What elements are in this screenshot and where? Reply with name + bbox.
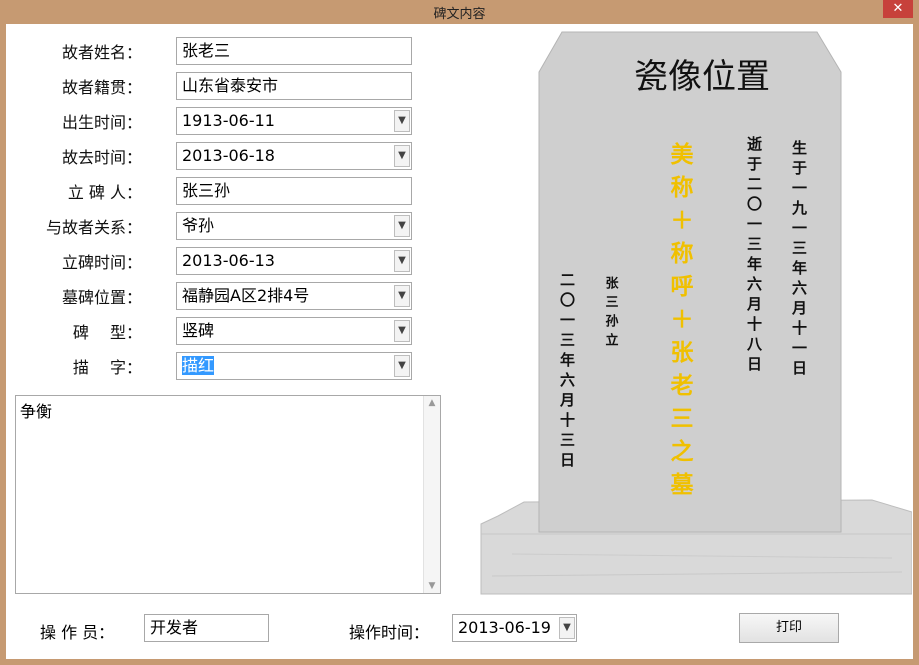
- operation-time-picker[interactable]: 2013-06-19 ▼: [452, 614, 577, 642]
- operator-field[interactable]: 开发者: [144, 614, 269, 642]
- death-date-label: 故去时间：: [61, 148, 142, 167]
- death-date-picker[interactable]: 2013-06-18 ▼: [176, 142, 412, 170]
- tomb-location-label: 墓碑位置：: [61, 288, 142, 307]
- scroll-up-icon[interactable]: ▲: [424, 398, 440, 408]
- tomb-type-select[interactable]: 竖碑 ▼: [176, 317, 412, 345]
- center-inscription: 美称＋称呼＋张老三之墓: [666, 141, 695, 505]
- chevron-down-icon[interactable]: ▼: [394, 145, 410, 167]
- erector-label: 立 碑 人：: [67, 183, 142, 202]
- photo-position-label: 瓷像位置: [634, 57, 770, 97]
- tomb-location-select[interactable]: 福静园A区2排4号 ▼: [176, 282, 412, 310]
- relation-value: 爷孙: [182, 216, 215, 235]
- chevron-down-icon[interactable]: ▼: [559, 617, 575, 639]
- chevron-down-icon[interactable]: ▼: [394, 250, 410, 272]
- app-window: 碑文内容 ✕ 故者姓名： 张老三 故者籍贯： 山东省泰安市 出生时间： 1913…: [0, 0, 919, 665]
- death-date-value: 2013-06-18: [182, 146, 275, 165]
- tomb-location-value: 福静园A区2排4号: [182, 286, 310, 305]
- notes-scrollbar[interactable]: ▲ ▼: [423, 396, 440, 593]
- birth-date-value: 1913-06-11: [182, 111, 275, 130]
- title-bar: 碑文内容 ✕: [0, 0, 919, 24]
- deceased-name-label: 故者姓名：: [61, 43, 142, 62]
- lettering-value: 描红: [182, 356, 215, 375]
- window-title: 碑文内容: [433, 7, 486, 22]
- chevron-down-icon[interactable]: ▼: [394, 110, 410, 132]
- chevron-down-icon[interactable]: ▼: [394, 320, 410, 342]
- death-inscription: 逝于二〇一三年六月十八日: [745, 135, 763, 376]
- native-place-field[interactable]: 山东省泰安市: [176, 72, 412, 100]
- relation-select[interactable]: 爷孙 ▼: [176, 212, 412, 240]
- scroll-down-icon[interactable]: ▼: [424, 581, 440, 591]
- notes-textarea[interactable]: 争衡 ▲ ▼: [15, 395, 441, 594]
- notes-text: 争衡: [20, 402, 53, 421]
- chevron-down-icon[interactable]: ▼: [394, 285, 410, 307]
- client-area: 故者姓名： 张老三 故者籍贯： 山东省泰安市 出生时间： 1913-06-11 …: [6, 24, 913, 659]
- deceased-name-field[interactable]: 张老三: [176, 37, 412, 65]
- birth-date-picker[interactable]: 1913-06-11 ▼: [176, 107, 412, 135]
- native-place-label: 故者籍贯：: [61, 78, 142, 97]
- operator-label: 操 作 员：: [40, 623, 115, 642]
- erect-date-inscription: 二〇一三年六月十三日: [558, 272, 576, 472]
- close-button[interactable]: ✕: [883, 0, 913, 18]
- erector-field[interactable]: 张三孙: [176, 177, 412, 205]
- erect-date-value: 2013-06-13: [182, 251, 275, 270]
- erect-date-picker[interactable]: 2013-06-13 ▼: [176, 247, 412, 275]
- relation-label: 与故者关系：: [45, 218, 142, 237]
- tomb-type-label: 碑 型：: [72, 323, 142, 342]
- erector-inscription: 张三孙立: [603, 276, 619, 352]
- erect-date-label: 立碑时间：: [61, 253, 142, 272]
- lettering-select[interactable]: 描红 ▼: [176, 352, 412, 380]
- tomb-type-value: 竖碑: [182, 321, 215, 340]
- operation-time-label: 操作时间：: [349, 623, 430, 642]
- lettering-label: 描 字：: [72, 358, 142, 377]
- birth-inscription: 生于一九一三年六月十一日: [790, 139, 808, 380]
- birth-date-label: 出生时间：: [61, 113, 142, 132]
- print-button[interactable]: 打印: [739, 613, 839, 643]
- chevron-down-icon[interactable]: ▼: [394, 355, 410, 377]
- tombstone-preview: 瓷像位置 美称＋称呼＋张老三之墓 生于一九一三年六月十一日 逝于二〇一三年六月十…: [480, 31, 912, 595]
- operation-time-value: 2013-06-19: [458, 618, 551, 637]
- chevron-down-icon[interactable]: ▼: [394, 215, 410, 237]
